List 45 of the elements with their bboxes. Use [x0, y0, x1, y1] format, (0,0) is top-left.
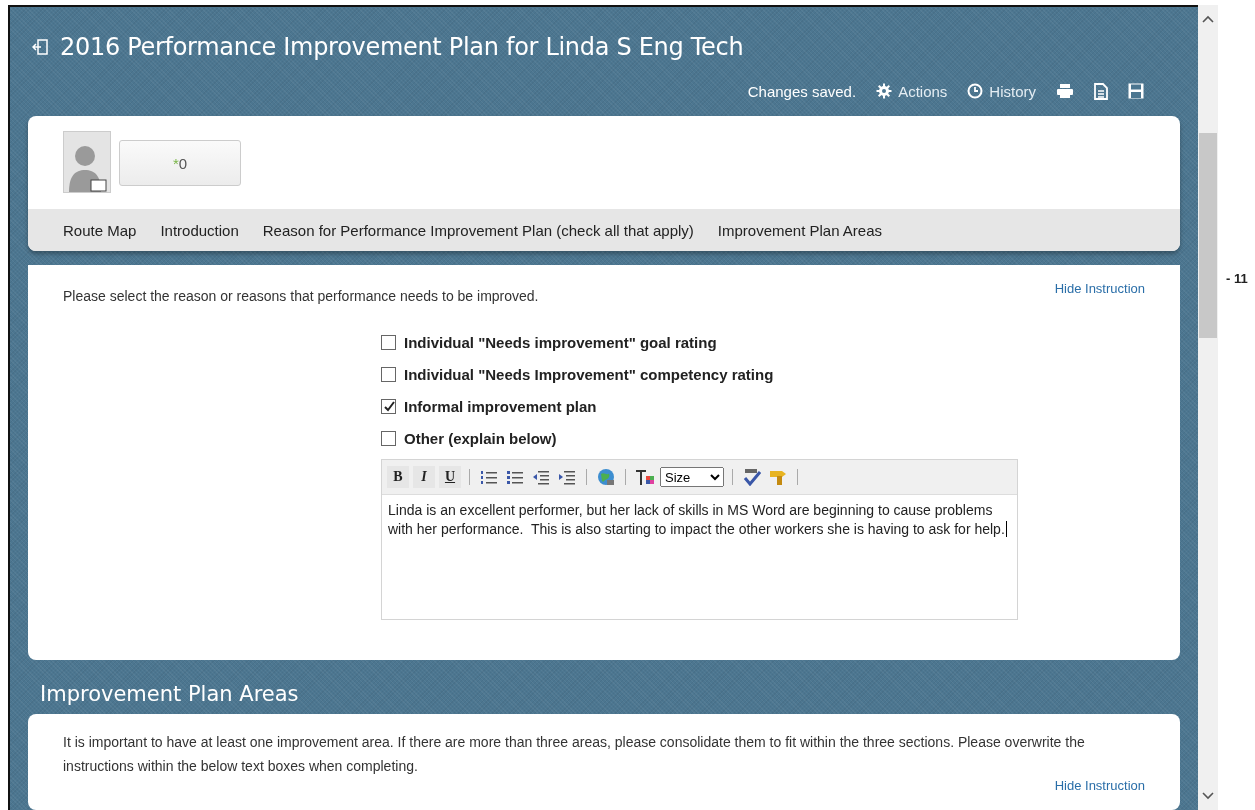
- option-label: Individual "Needs improvement" goal rating: [404, 334, 717, 351]
- rating-button[interactable]: *0: [119, 140, 241, 186]
- page-marker: - 11: [1225, 270, 1248, 288]
- hide-instruction-link[interactable]: Hide Instruction: [1054, 778, 1145, 793]
- option-label: Individual "Needs Improvement" competency rating: [404, 366, 774, 383]
- bold-button[interactable]: B: [387, 466, 409, 488]
- option-label: Informal improvement plan: [404, 398, 597, 415]
- eraser-icon[interactable]: [768, 468, 788, 486]
- outdent-icon[interactable]: [532, 469, 550, 485]
- italic-button[interactable]: I: [413, 466, 435, 488]
- scroll-thumb[interactable]: [1199, 133, 1217, 338]
- actions-link[interactable]: Actions: [876, 82, 948, 100]
- hide-instruction-link[interactable]: Hide Instruction: [1054, 281, 1145, 296]
- section-title: Improvement Plan Areas: [40, 682, 300, 706]
- gear-icon: [876, 83, 893, 99]
- exit-icon[interactable]: [32, 39, 48, 55]
- indent-icon[interactable]: [558, 469, 576, 485]
- checkbox[interactable]: [381, 335, 396, 350]
- clock-icon: [967, 83, 984, 99]
- nav-link[interactable]: Improvement Plan Areas: [717, 221, 883, 239]
- underline-button[interactable]: U: [439, 466, 461, 488]
- instruction-text: Please select the reason or reasons that performance needs to be improved.: [63, 287, 539, 306]
- nav-link[interactable]: Route Map: [63, 221, 137, 239]
- save-status: Changes saved.: [747, 82, 857, 100]
- page-title: 2016 Performance Improvement Plan for Linda S Eng Tech: [60, 33, 744, 61]
- editor-text: Linda is an excellent performer, but her lack of skills in MS Word are beginning to cause problems with her performance. This is also starting to impact the other workers she is having to ask for help.: [387, 501, 1008, 539]
- nav-link[interactable]: Introduction: [160, 221, 239, 239]
- option-label: Other (explain below): [404, 430, 557, 447]
- spell-check-icon[interactable]: [743, 468, 761, 486]
- document-icon[interactable]: [1094, 82, 1108, 100]
- size-select[interactable]: Size: [660, 467, 724, 487]
- checkbox[interactable]: [381, 399, 396, 414]
- instruction-text: It is important to have at least one improvement area. If there are more than three areas, please consolidate them to fit within the three sections. Please overwrite the instructions within the below text boxes when completing.: [63, 733, 1086, 776]
- numbered-list-icon[interactable]: [480, 469, 498, 485]
- rich-text-editor[interactable]: [381, 459, 1018, 620]
- bullet-list-icon[interactable]: [506, 469, 524, 485]
- scrollbar[interactable]: [1198, 5, 1218, 810]
- print-icon[interactable]: [1056, 83, 1074, 99]
- globe-icon[interactable]: [597, 468, 615, 486]
- nav-link[interactable]: Reason for Performance Improvement Plan (check all that apply): [262, 221, 694, 239]
- save-icon[interactable]: [1128, 83, 1144, 99]
- history-link[interactable]: History: [967, 82, 1036, 100]
- text-color-icon[interactable]: [635, 468, 655, 486]
- checkbox[interactable]: [381, 431, 396, 446]
- checkbox[interactable]: [381, 367, 396, 382]
